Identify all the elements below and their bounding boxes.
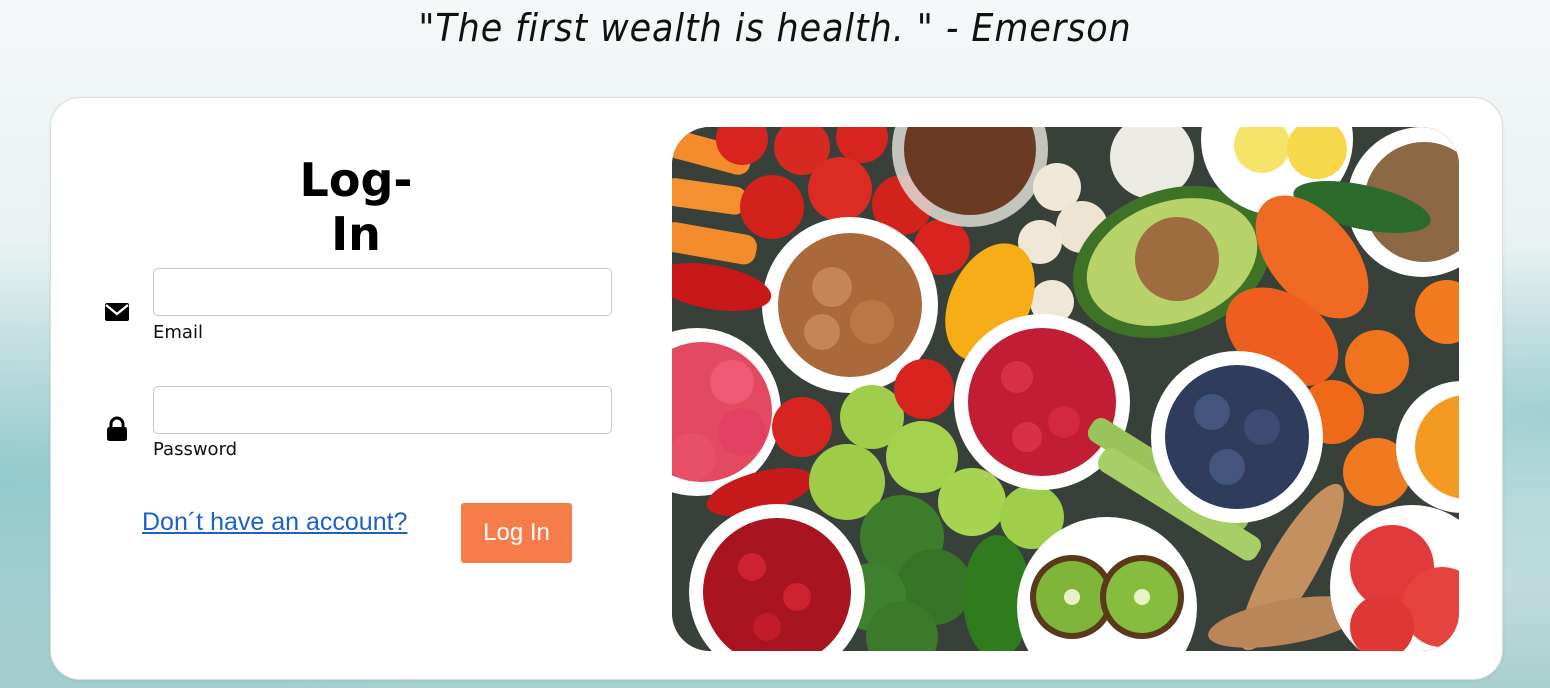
envelope-icon xyxy=(104,299,130,325)
email-field[interactable] xyxy=(153,268,612,316)
login-card: Log-In Email Password Don´t have an acco… xyxy=(50,97,1503,680)
page-title: Log-In xyxy=(299,153,413,261)
login-button[interactable]: Log In xyxy=(461,503,572,563)
password-field[interactable] xyxy=(153,386,612,434)
password-label: Password xyxy=(153,439,238,460)
healthy-food-image xyxy=(672,127,1459,651)
quote-heading: "The first wealth is health. " - Emerson xyxy=(418,6,1132,50)
signup-link[interactable]: Don´t have an account? xyxy=(142,508,407,537)
email-label: Email xyxy=(153,322,203,343)
lock-icon xyxy=(104,416,130,442)
